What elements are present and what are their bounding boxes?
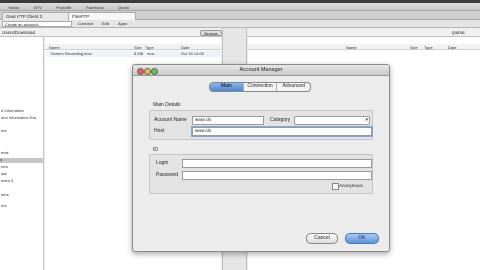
file-row[interactable]: Screen Recording.mov 8 MB mov Oct 16 14:… — [46, 51, 221, 57]
ok-button[interactable]: OK — [345, 233, 379, 244]
anonymous-checkbox[interactable] — [332, 183, 339, 190]
tab-advanced[interactable]: Advanced — [277, 83, 310, 91]
login-field[interactable] — [182, 159, 372, 168]
sidebar-item[interactable]: ment 3 — [1, 179, 13, 183]
category-label: Category — [270, 117, 291, 123]
bookmarks-bar: Yahoo NTV PhotoBit Facebook Quran — [0, 3, 480, 11]
file-date: Oct 16 14:05 — [181, 52, 204, 56]
sidebar-item[interactable]: rers — [1, 165, 8, 169]
connect-button[interactable]: Connect — [78, 22, 93, 26]
sidebar-item[interactable]: ent — [1, 204, 7, 208]
sidebar-item[interactable]: ders — [1, 193, 9, 197]
cancel-button[interactable]: Cancel — [306, 233, 338, 244]
col-name[interactable]: Name — [49, 45, 60, 50]
edit-button[interactable]: Edit — [102, 22, 109, 26]
remote-column-header: Name Size Type Date — [248, 44, 480, 50]
minimize-icon[interactable] — [144, 68, 151, 75]
file-size: 8 MB — [134, 52, 144, 56]
sidebar: d Information and Information Eta ers en… — [0, 37, 44, 270]
host-label: Host — [154, 128, 165, 134]
remote-col-size[interactable]: Size — [410, 45, 418, 50]
sidebar-item[interactable]: d Information — [1, 109, 24, 113]
tab-main[interactable]: Main — [210, 83, 244, 91]
bookmark-item[interactable]: PhotoBit — [56, 5, 71, 10]
id-heading: ID — [153, 147, 158, 153]
account-name-label: Account Name — [154, 117, 187, 123]
close-icon[interactable] — [137, 68, 144, 75]
bookmark-item[interactable]: Yahoo — [8, 5, 19, 10]
id-group: Login Password Anonymous — [149, 154, 373, 194]
dialog-title: Account Manager — [133, 65, 389, 76]
zoom-icon[interactable] — [151, 68, 158, 75]
login-label: Login — [156, 160, 169, 166]
file-type: mov — [147, 52, 155, 56]
main-details-heading: Main Details — [153, 102, 181, 108]
account-manager-dialog: Account Manager Main Connection Advanced… — [132, 64, 390, 252]
sidebar-item-selected[interactable]: d — [0, 158, 43, 163]
account-name-field[interactable]: www.cls — [192, 116, 264, 125]
browse-button[interactable]: Browse — [200, 30, 222, 36]
password-field[interactable] — [182, 171, 372, 180]
file-name: Screen Recording.mov — [51, 52, 92, 56]
bookmark-item[interactable]: Facebook — [86, 5, 104, 10]
remote-path[interactable]: /public — [452, 31, 465, 36]
main-details-group: Account Name www.cls Category ▾ Host www… — [149, 110, 373, 140]
sidebar-item[interactable]: ash — [1, 172, 7, 176]
sidebar-item[interactable]: and Information Eta — [1, 116, 36, 120]
sidebar-item[interactable]: ers — [1, 129, 7, 133]
col-date[interactable]: Date — [181, 45, 189, 50]
tab-strip: Gear FTP Client 3 FineFTP — [0, 11, 480, 22]
dialog-tabs: Main Connection Advanced — [209, 82, 311, 92]
category-select[interactable]: ▾ — [294, 116, 370, 125]
sidebar-item[interactable]: ents — [1, 151, 9, 155]
toolbar: Create an account... Connect Edit Apps — [0, 20, 480, 28]
remote-col-date[interactable]: Date — [448, 45, 456, 50]
chevron-down-icon: ▾ — [365, 117, 368, 123]
bookmark-item[interactable]: NTV — [34, 5, 42, 10]
anonymous-label: Anonymous — [339, 183, 363, 188]
remote-col-name[interactable]: Name — [346, 45, 357, 50]
local-column-header: Name Size Type Date — [45, 44, 221, 50]
col-size[interactable]: Size — [134, 45, 142, 50]
col-type[interactable]: Type — [145, 45, 154, 50]
bookmark-item[interactable]: Quran — [118, 5, 129, 10]
tab-connection[interactable]: Connection — [244, 83, 278, 91]
password-label: Password — [156, 172, 178, 178]
host-field[interactable]: www.cls — [192, 127, 372, 136]
local-path[interactable]: Users/Download — [2, 31, 35, 36]
remote-col-type[interactable]: Type — [424, 45, 433, 50]
apps-button[interactable]: Apps — [118, 22, 127, 26]
url-field[interactable]: Create an account... — [2, 21, 72, 27]
